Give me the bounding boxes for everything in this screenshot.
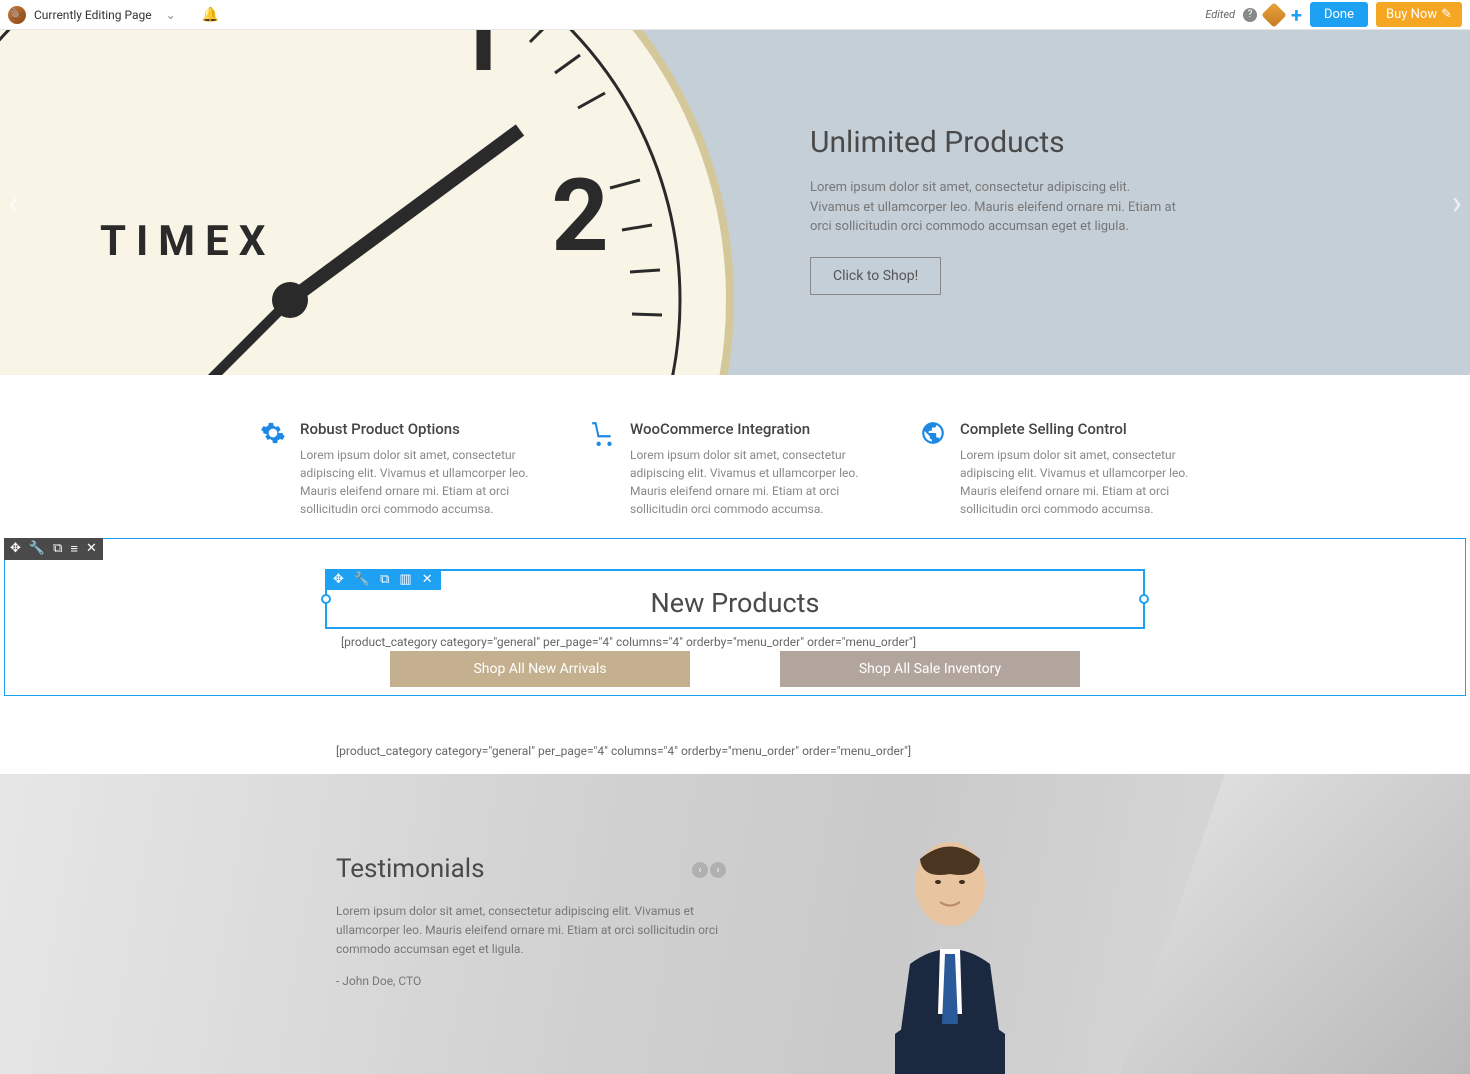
module-toolbar: ✥ 🔧 ⧉ ▥ ✕ (325, 569, 441, 590)
edit-icon: ✎ (1441, 7, 1452, 22)
features-row: Robust Product Options Lorem ipsum dolor… (0, 375, 1470, 538)
globe-icon (920, 420, 946, 446)
page-title: Currently Editing Page (34, 8, 152, 22)
testimonials-content: ‹ › Testimonials Lorem ipsum dolor sit a… (336, 854, 726, 988)
person-image (850, 814, 1050, 1074)
feature-item: Complete Selling Control Lorem ipsum dol… (920, 420, 1210, 518)
row-toolbar: ✥ 🔧 ⧉ ≡ ✕ (4, 538, 103, 560)
hero-section: 12 1 2 3 TIMEX Unlimited Products Lorem … (0, 30, 1470, 375)
resize-handle-right[interactable] (1139, 594, 1149, 604)
feature-title: WooCommerce Integration (630, 420, 880, 438)
testimonials-author: - John Doe, CTO (336, 974, 726, 988)
chevron-down-icon[interactable]: ⌄ (160, 8, 182, 22)
hero-cta-button[interactable]: Click to Shop! (810, 257, 941, 295)
cart-icon (590, 420, 616, 446)
move-icon[interactable]: ✥ (10, 541, 21, 557)
svg-text:1: 1 (451, 30, 508, 95)
carousel-prev-icon[interactable]: ‹ (8, 183, 18, 223)
buy-now-button[interactable]: Buy Now ✎ (1376, 2, 1462, 27)
testimonial-prev-icon[interactable]: ‹ (692, 862, 708, 878)
feature-title: Robust Product Options (300, 420, 550, 438)
testimonials-title: Testimonials (336, 854, 726, 884)
toolbar-right: Edited ? + Done Buy Now ✎ (1205, 2, 1462, 27)
toolbar-left: 🦫 Currently Editing Page ⌄ 🔔 (8, 6, 227, 24)
bell-icon[interactable]: 🔔 (194, 7, 227, 23)
carousel-next-icon[interactable]: › (1452, 183, 1462, 223)
wrench-icon[interactable]: 🔧 (29, 541, 45, 557)
top-toolbar: 🦫 Currently Editing Page ⌄ 🔔 Edited ? + … (0, 0, 1470, 30)
hero-clock-image: 12 1 2 3 TIMEX (0, 30, 740, 375)
plus-icon[interactable]: + (1291, 3, 1302, 27)
shop-new-arrivals-button[interactable]: Shop All New Arrivals (390, 651, 690, 687)
copy-icon[interactable]: ⧉ (53, 541, 62, 557)
testimonial-nav: ‹ › (692, 862, 726, 878)
resize-handle-left[interactable] (321, 594, 331, 604)
testimonials-text: Lorem ipsum dolor sit amet, consectetur … (336, 902, 726, 960)
columns-icon[interactable]: ▥ (399, 572, 411, 587)
shop-buttons-row: Shop All New Arrivals Shop All Sale Inve… (5, 651, 1465, 695)
hero-text: Lorem ipsum dolor sit amet, consectetur … (810, 178, 1180, 237)
svg-text:2: 2 (551, 158, 608, 275)
feature-item: Robust Product Options Lorem ipsum dolor… (260, 420, 550, 518)
shop-sale-button[interactable]: Shop All Sale Inventory (780, 651, 1080, 687)
feature-text: Lorem ipsum dolor sit amet, consectetur … (960, 446, 1210, 518)
help-icon[interactable]: ? (1243, 8, 1257, 22)
shortcode-text: [product_category category="general" per… (5, 629, 1465, 651)
testimonial-next-icon[interactable]: › (710, 862, 726, 878)
copy-icon[interactable]: ⧉ (380, 572, 389, 587)
wrench-icon[interactable]: 🔧 (354, 572, 370, 587)
editor-module-outline[interactable]: ✥ 🔧 ⧉ ▥ ✕ New Products (325, 569, 1145, 629)
close-icon[interactable]: ✕ (422, 572, 433, 587)
testimonials-section: ‹ › Testimonials Lorem ipsum dolor sit a… (0, 774, 1470, 1074)
columns-icon[interactable]: ≡ (70, 541, 78, 557)
clock-brand: TIMEX (100, 217, 275, 266)
theme-icon[interactable] (1261, 2, 1286, 27)
new-products-heading: New Products (327, 571, 1143, 627)
hero-content: Unlimited Products Lorem ipsum dolor sit… (810, 125, 1180, 295)
beaver-icon[interactable]: 🦫 (8, 6, 26, 24)
gear-icon (260, 420, 286, 446)
feature-text: Lorem ipsum dolor sit amet, consectetur … (300, 446, 550, 518)
hero-title: Unlimited Products (810, 125, 1180, 160)
feature-title: Complete Selling Control (960, 420, 1210, 438)
shortcode-text: [product_category category="general" per… (0, 696, 1470, 774)
feature-item: WooCommerce Integration Lorem ipsum dolo… (590, 420, 880, 518)
editor-row-outline[interactable]: ✥ 🔧 ⧉ ≡ ✕ ✥ 🔧 ⧉ ▥ ✕ New Products [produc… (4, 538, 1466, 696)
feature-text: Lorem ipsum dolor sit amet, consectetur … (630, 446, 880, 518)
buy-now-label: Buy Now (1386, 7, 1437, 22)
edited-label: Edited (1205, 8, 1235, 21)
close-icon[interactable]: ✕ (86, 541, 97, 557)
done-button[interactable]: Done (1310, 2, 1368, 27)
move-icon[interactable]: ✥ (333, 572, 344, 587)
